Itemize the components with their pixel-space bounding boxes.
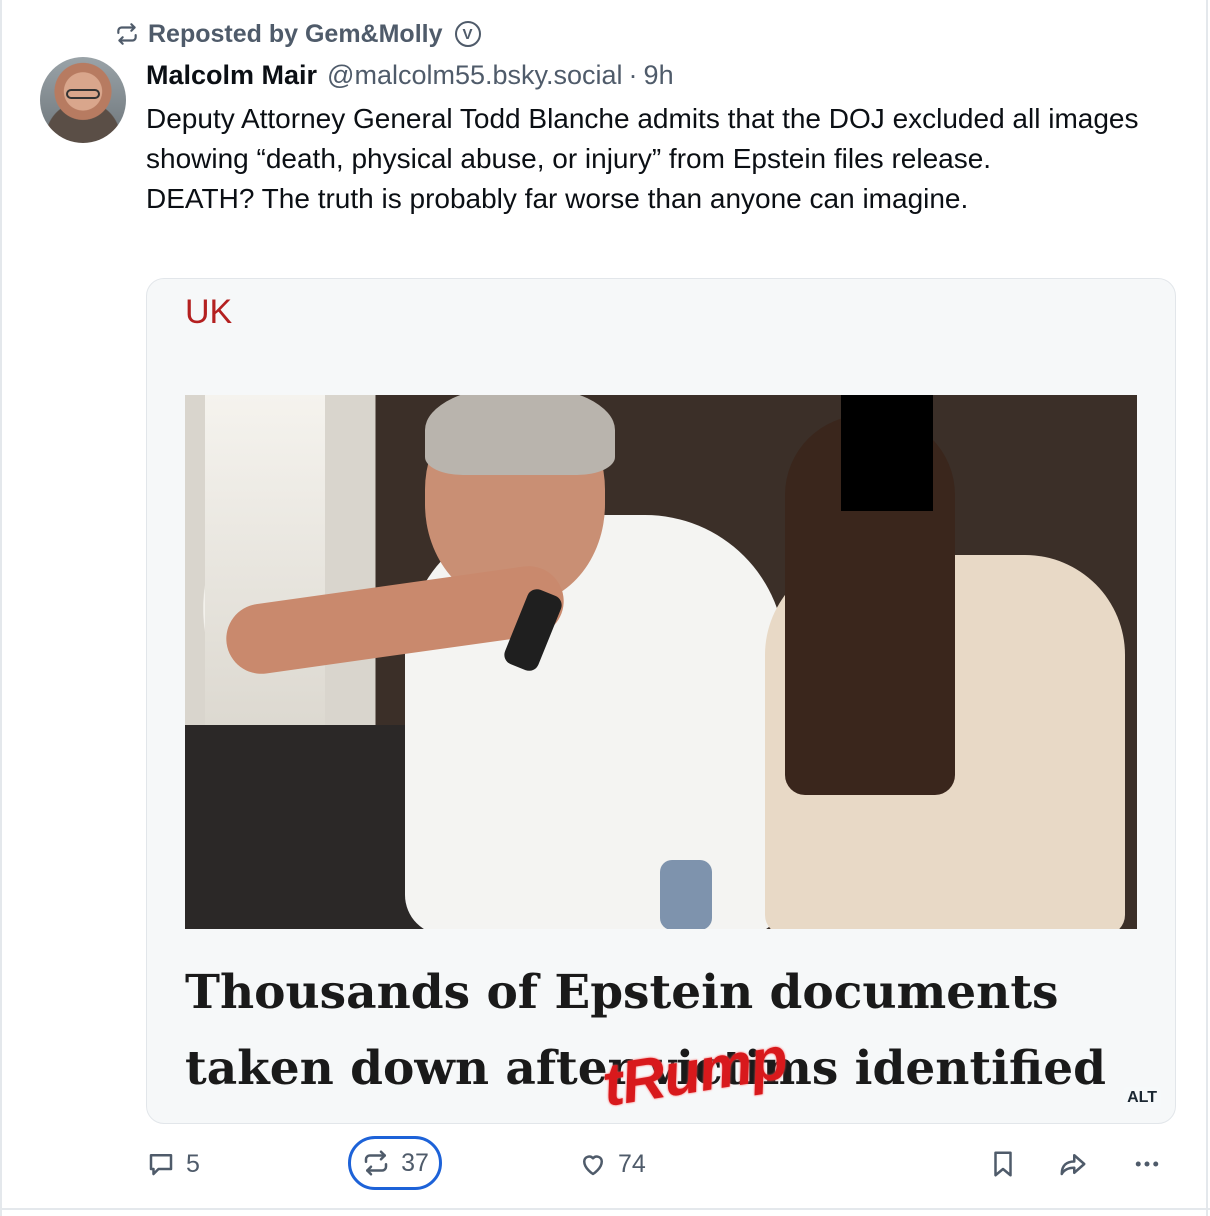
share-button[interactable] xyxy=(1058,1134,1088,1194)
article-photo xyxy=(185,395,1137,929)
meta-separator: · xyxy=(628,59,638,90)
frame-border-right xyxy=(1206,0,1208,1216)
alt-text-button[interactable]: ALT xyxy=(1123,1087,1161,1109)
bookmark-button[interactable] xyxy=(988,1134,1018,1194)
like-button[interactable]: 74 xyxy=(578,1134,646,1194)
photo-man-hair xyxy=(425,395,615,475)
avatar-glasses xyxy=(66,89,100,99)
repost-text[interactable]: Reposted by Gem&Molly xyxy=(148,20,443,49)
verified-badge-icon: V xyxy=(454,21,481,47)
reply-button[interactable]: 5 xyxy=(146,1134,200,1194)
author-name[interactable]: Malcolm Mair xyxy=(146,60,317,91)
author-handle[interactable]: @malcolm55.bsky.social xyxy=(327,60,623,91)
reply-icon xyxy=(149,1154,173,1176)
more-options-button[interactable] xyxy=(1132,1134,1162,1194)
post-text-line: DEATH? The truth is probably far worse t… xyxy=(146,183,969,214)
repost-count: 37 xyxy=(401,1148,429,1177)
post-text: Deputy Attorney General Todd Blanche adm… xyxy=(146,99,1186,219)
author-line: Malcolm Mair @malcolm55.bsky.social · 9h xyxy=(146,57,674,93)
headline-line: Thousands of Epstein documents xyxy=(185,965,1059,1020)
post-actions: 5 37 74 xyxy=(146,1134,1176,1194)
bookmark-icon xyxy=(994,1151,1012,1177)
heart-icon xyxy=(583,1155,603,1176)
repost-small-icon xyxy=(117,23,137,45)
avatar[interactable] xyxy=(40,57,126,143)
post-time[interactable]: 9h xyxy=(644,60,674,91)
more-icon xyxy=(1135,1161,1159,1167)
reply-count: 5 xyxy=(186,1149,200,1178)
repost-button[interactable]: 37 xyxy=(348,1136,442,1190)
embedded-image-card[interactable]: UK Thousands of Epstein documents taken … xyxy=(146,278,1176,1124)
photo-seat xyxy=(185,725,425,929)
photo-bottle xyxy=(660,860,712,929)
repost-icon xyxy=(364,1150,388,1176)
article-section-label: UK xyxy=(185,293,233,331)
share-icon xyxy=(1060,1154,1086,1176)
repost-indicator[interactable]: Reposted by Gem&Molly V xyxy=(114,16,481,52)
frame-border-left xyxy=(0,0,2,1216)
censor-bar xyxy=(841,395,933,511)
like-count: 74 xyxy=(618,1149,646,1178)
post-text-line: Deputy Attorney General Todd Blanche adm… xyxy=(146,103,1139,174)
post-divider xyxy=(0,1208,1210,1210)
